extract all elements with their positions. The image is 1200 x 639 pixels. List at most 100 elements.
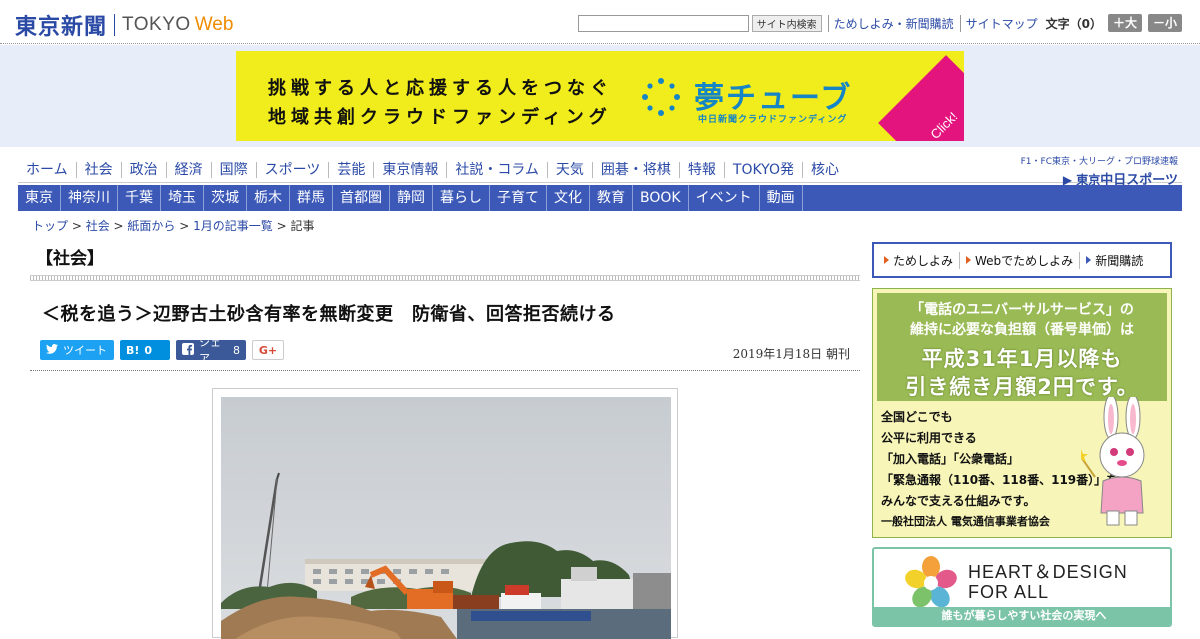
social-share-bar: ツイート B! 0 シェア 8 G+ — [40, 336, 290, 365]
logo-japanese: 東京新聞 — [15, 14, 108, 40]
nav-tokyo[interactable]: 東京 — [18, 185, 61, 211]
ad-line-1: 「電話のユニバーサルサービス」の — [910, 302, 1134, 318]
universal-service-ad[interactable]: 「電話のユニバーサルサービス」の 維持に必要な負担額（番号単価）は 平成31年1… — [872, 288, 1172, 538]
rabbit-mascot-icon — [1081, 397, 1145, 526]
nav-special-report[interactable]: 特報 — [680, 161, 725, 178]
banner-subtitle: 中日新聞クラウドファンディング — [698, 115, 848, 125]
nav-editorial-column[interactable]: 社説・コラム — [447, 161, 548, 178]
trial-subscribe-link[interactable]: ためしよみ・新聞購読 — [827, 14, 954, 32]
site-header: 東京新聞 TOKYO Web サイト内検索 ためしよみ・新聞購読 サイトマップ … — [0, 0, 1200, 44]
nav-shutoken[interactable]: 首都圏 — [333, 185, 390, 211]
tweet-label: ツイート — [63, 344, 107, 357]
subscribe-link[interactable]: 新聞購読 — [1080, 252, 1149, 269]
hatena-count: 0 — [144, 343, 153, 357]
flower-logo-icon — [905, 556, 957, 608]
subscription-links: ためしよみ Webでためしよみ 新聞購読 — [872, 242, 1172, 278]
breadcrumb-from-paper[interactable]: 紙面から — [127, 219, 175, 233]
facebook-f-icon — [182, 342, 194, 358]
nav-kakushin[interactable]: 核心 — [803, 162, 847, 178]
nav-gunma[interactable]: 群馬 — [290, 185, 333, 211]
site-search-input[interactable] — [577, 14, 749, 32]
article-meta-divider — [30, 370, 860, 371]
breadcrumb-top[interactable]: トップ — [32, 219, 68, 233]
nav-tochigi[interactable]: 栃木 — [247, 185, 290, 211]
article-headline: ＜税を追う＞辺野古土砂含有率を無断変更 防衛省、回答拒否続ける — [42, 304, 616, 325]
utility-bar: サイト内検索 ためしよみ・新聞購読 サイトマップ 文字（0） ＋大 －小 — [577, 14, 1182, 32]
primary-nav: ホーム 社会 政治 経済 国際 スポーツ 芸能 東京情報 社説・コラム 天気 囲… — [18, 157, 1182, 183]
nav-society[interactable]: 社会 — [77, 161, 122, 178]
section-title: 【社会】 — [36, 249, 104, 269]
google-plus-button[interactable]: G+ — [252, 340, 284, 360]
ad-line-2: 維持に必要な負担額（番号単価）は — [910, 322, 1134, 338]
nav-book[interactable]: BOOK — [633, 185, 689, 211]
sitemap-link[interactable]: サイトマップ — [959, 14, 1038, 32]
site-logo[interactable]: 東京新聞 TOKYO Web — [15, 9, 233, 41]
font-smaller-button[interactable]: －小 — [1147, 14, 1182, 32]
breadcrumb-current: 記事 — [290, 219, 315, 233]
nav-video[interactable]: 動画 — [760, 185, 803, 211]
banner-line-2: 地域共創クラウドファンディング — [268, 107, 612, 128]
heart-design-for-all-ad[interactable]: HEART＆DESIGN FOR ALL 誰もが暮らしやすい社会の実現へ — [872, 547, 1172, 627]
web-trial-read-link[interactable]: Webでためしよみ — [960, 251, 1081, 269]
breadcrumb-society[interactable]: 社会 — [86, 219, 110, 233]
henoko-construction-photo[interactable] — [221, 397, 671, 639]
ad-header-panel: 「電話のユニバーサルサービス」の 維持に必要な負担額（番号単価）は 平成31年1… — [877, 293, 1167, 401]
breadcrumb-sep: > — [272, 219, 291, 233]
ad2-title-line-2: FOR ALL — [968, 582, 1050, 602]
nav-culture[interactable]: 文化 — [547, 185, 590, 211]
article-photo-frame — [212, 388, 678, 639]
nav-ibaraki[interactable]: 茨城 — [204, 185, 247, 211]
ad-big-line-1: 平成31年1月以降も — [921, 347, 1123, 371]
nav-economy[interactable]: 経済 — [167, 161, 212, 178]
yume-tube-banner-ad[interactable]: 挑戦する人と応援する人をつなぐ 地域共創クラウドファンディング 夢チューブ 中日… — [236, 51, 964, 141]
arrow-right-icon — [884, 256, 889, 264]
nav-saitama[interactable]: 埼玉 — [161, 185, 204, 211]
tweet-button[interactable]: ツイート — [40, 340, 114, 360]
nav-go-shogi[interactable]: 囲碁・将棋 — [593, 161, 680, 178]
twitter-bird-icon — [46, 343, 58, 357]
hatena-bookmark-button[interactable]: B! 0 — [120, 340, 170, 360]
chunichi-sports-tagline: F1・FC東京・大リーグ・プロ野球速報 — [1020, 157, 1178, 167]
site-search-button[interactable]: サイト内検索 — [751, 14, 822, 32]
nav-chiba[interactable]: 千葉 — [118, 185, 161, 211]
nav-kanagawa[interactable]: 神奈川 — [61, 185, 118, 211]
nav-sports[interactable]: スポーツ — [257, 161, 330, 178]
section-divider — [30, 275, 860, 281]
trial-read-link[interactable]: ためしよみ — [878, 251, 961, 269]
banner-line-1: 挑戦する人と応援する人をつなぐ — [268, 78, 613, 99]
nav-education[interactable]: 教育 — [590, 185, 633, 211]
nav-entertainment[interactable]: 芸能 — [329, 161, 375, 178]
arrow-right-icon — [966, 256, 972, 264]
nav-weather[interactable]: 天気 — [548, 161, 593, 178]
breadcrumb-sep: > — [68, 219, 86, 233]
trial-read-label: ためしよみ — [893, 253, 954, 268]
facebook-share-button[interactable]: シェア 8 — [176, 336, 246, 365]
nav-home[interactable]: ホーム — [18, 161, 77, 178]
ad2-title-line-1: HEART＆DESIGN — [968, 562, 1128, 582]
nav-politics[interactable]: 政治 — [122, 161, 167, 178]
logo-web: Web — [194, 14, 234, 35]
nav-event[interactable]: イベント — [689, 185, 760, 211]
nav-tokyo-info[interactable]: 東京情報 — [374, 161, 448, 178]
publish-date: 2019年1月18日 朝刊 — [732, 347, 850, 361]
nav-living[interactable]: 暮らし — [433, 185, 490, 211]
logo-divider — [114, 14, 116, 36]
ad-organization: 一般社団法人 電気通信事業者協会 — [881, 515, 1050, 528]
font-larger-button[interactable]: ＋大 — [1107, 14, 1142, 32]
arrow-right-icon — [1086, 256, 1092, 264]
ad2-footer: 誰もが暮らしやすい社会の実現へ — [874, 607, 1170, 625]
font-size-label: 文字（0） — [1045, 16, 1102, 31]
nav-tokyo-hatsu[interactable]: TOKYO発 — [725, 161, 803, 178]
banner-title: 夢チューブ — [694, 81, 853, 116]
subscribe-label: 新聞購読 — [1095, 253, 1144, 268]
nav-parenting[interactable]: 子育て — [490, 185, 547, 211]
nav-international[interactable]: 国際 — [212, 161, 257, 178]
breadcrumb-sep: > — [109, 219, 128, 233]
web-trial-read-label: Webでためしよみ — [975, 253, 1074, 268]
dots-logo-icon — [642, 78, 680, 116]
hatena-b-icon: B! — [126, 343, 140, 357]
breadcrumb-january-list[interactable]: 1月の記事一覧 — [193, 219, 273, 233]
nav-shizuoka[interactable]: 静岡 — [390, 185, 433, 211]
facebook-share-count: 8 — [233, 343, 240, 357]
chunichi-sports-link[interactable]: F1・FC東京・大リーグ・プロ野球速報 ▶ 東京中日スポーツ — [1021, 154, 1178, 188]
